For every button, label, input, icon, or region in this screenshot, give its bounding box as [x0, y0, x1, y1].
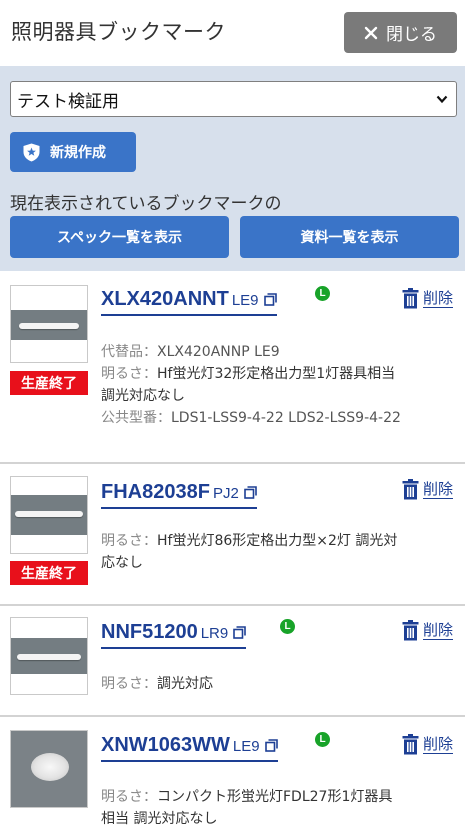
leaf-icon: L [315, 732, 330, 747]
new-folder-button-label: 新規作成 [50, 145, 106, 161]
product-suffix: LE9 [232, 738, 260, 755]
delete-label: 削除 [423, 288, 454, 308]
brightness-line: 明るさ：コンパクト形蛍光灯FDL27形1灯器具 [101, 789, 393, 805]
product-details: 明るさ：調光対応 [101, 673, 453, 695]
alt-product-line: 代替品：XLX420ANNP LE9 [101, 344, 280, 360]
brightness-line: 明るさ：調光対応 [101, 676, 213, 692]
spec-list-button[interactable]: スペック一覧を表示 [10, 216, 229, 258]
delete-button[interactable]: 削除 [402, 288, 454, 309]
trash-icon [402, 288, 419, 309]
product-link[interactable]: NNF51200 LR9 [101, 621, 247, 649]
folder-select[interactable]: テスト検証用 [10, 81, 457, 117]
header: 照明器具ブックマーク 閉じる [0, 0, 465, 66]
product-name: FHA82038F [101, 481, 210, 503]
delete-label: 削除 [423, 734, 454, 754]
bookmark-item: NNF51200 LR9 L 削除 明るさ：調光対応 [0, 606, 465, 717]
delete-label: 削除 [423, 479, 454, 499]
dimming-line: 調光対応なし [101, 388, 185, 404]
copy-icon [243, 486, 257, 499]
docs-list-button[interactable]: 資料一覧を表示 [240, 216, 459, 258]
public-model-line: 公共型番：LDS1-LSS9-4-22 LDS2-LSS9-4-22 [101, 410, 401, 426]
delete-button[interactable]: 削除 [402, 479, 454, 500]
close-icon [364, 26, 378, 39]
bookmark-item: XNW1063WW LE9 L 削除 明るさ：コンパクト形蛍光灯FDL27形1灯… [0, 717, 465, 839]
trash-icon [402, 734, 419, 755]
info-text: 現在表示されているブックマークの [10, 194, 282, 214]
product-name: XNW1063WW [101, 734, 230, 756]
bookmark-item: 生産終了 FHA82038F PJ2 削除 明るさ：Hf蛍光灯86形定格出力型×… [0, 464, 465, 606]
product-thumbnail[interactable] [10, 476, 88, 554]
product-suffix: LR9 [200, 625, 229, 642]
brightness-line: 明るさ：Hf蛍光灯86形定格出力型×2灯 調光対 [101, 533, 398, 549]
page-title: 照明器具ブックマーク [11, 20, 226, 44]
product-thumbnail[interactable] [10, 617, 88, 695]
product-details: 明るさ：コンパクト形蛍光灯FDL27形1灯器具 相当 調光対応なし [101, 786, 453, 830]
chevron-down-icon [436, 95, 448, 104]
product-details: 明るさ：Hf蛍光灯86形定格出力型×2灯 調光対 応なし [101, 530, 453, 574]
product-link[interactable]: FHA82038F PJ2 [101, 481, 257, 509]
product-name: NNF51200 [101, 621, 198, 643]
folder-select-value: テスト検証用 [17, 91, 119, 112]
product-link[interactable]: XNW1063WW LE9 [101, 734, 278, 762]
product-link[interactable]: XLX420ANNT LE9 [101, 288, 277, 316]
trash-icon [402, 479, 419, 500]
product-thumbnail[interactable] [10, 285, 88, 363]
new-folder-button[interactable]: 新規作成 [10, 132, 136, 172]
brightness-line: 明るさ：Hf蛍光灯32形定格出力型1灯器具相当 [101, 366, 396, 382]
leaf-icon: L [280, 619, 295, 634]
trash-icon [402, 620, 419, 641]
close-button-label: 閉じる [386, 25, 437, 45]
product-suffix: LE9 [231, 292, 259, 309]
copy-icon [233, 626, 247, 639]
eol-badge: 生産終了 [10, 371, 88, 395]
shield-star-icon [23, 143, 40, 161]
leaf-icon: L [315, 286, 330, 301]
close-button[interactable]: 閉じる [344, 12, 457, 53]
product-details: 代替品：XLX420ANNP LE9 明るさ：Hf蛍光灯32形定格出力型1灯器具… [101, 341, 453, 429]
copy-icon [264, 739, 278, 752]
product-suffix: PJ2 [212, 485, 239, 502]
delete-button[interactable]: 削除 [402, 734, 454, 755]
copy-icon [263, 293, 277, 306]
product-thumbnail[interactable] [10, 730, 88, 808]
control-panel: テスト検証用 新規作成 現在表示されているブックマークの スペック一覧を表示 資… [0, 66, 465, 271]
brightness-line-cont: 応なし [101, 555, 143, 571]
brightness-line-cont: 相当 調光対応なし [101, 811, 218, 827]
bookmark-item: 生産終了 XLX420ANNT LE9 L 削除 代替品：XLX420ANNP … [0, 271, 465, 464]
delete-button[interactable]: 削除 [402, 620, 454, 641]
delete-label: 削除 [423, 620, 454, 640]
eol-badge: 生産終了 [10, 561, 88, 585]
product-name: XLX420ANNT [101, 288, 229, 310]
